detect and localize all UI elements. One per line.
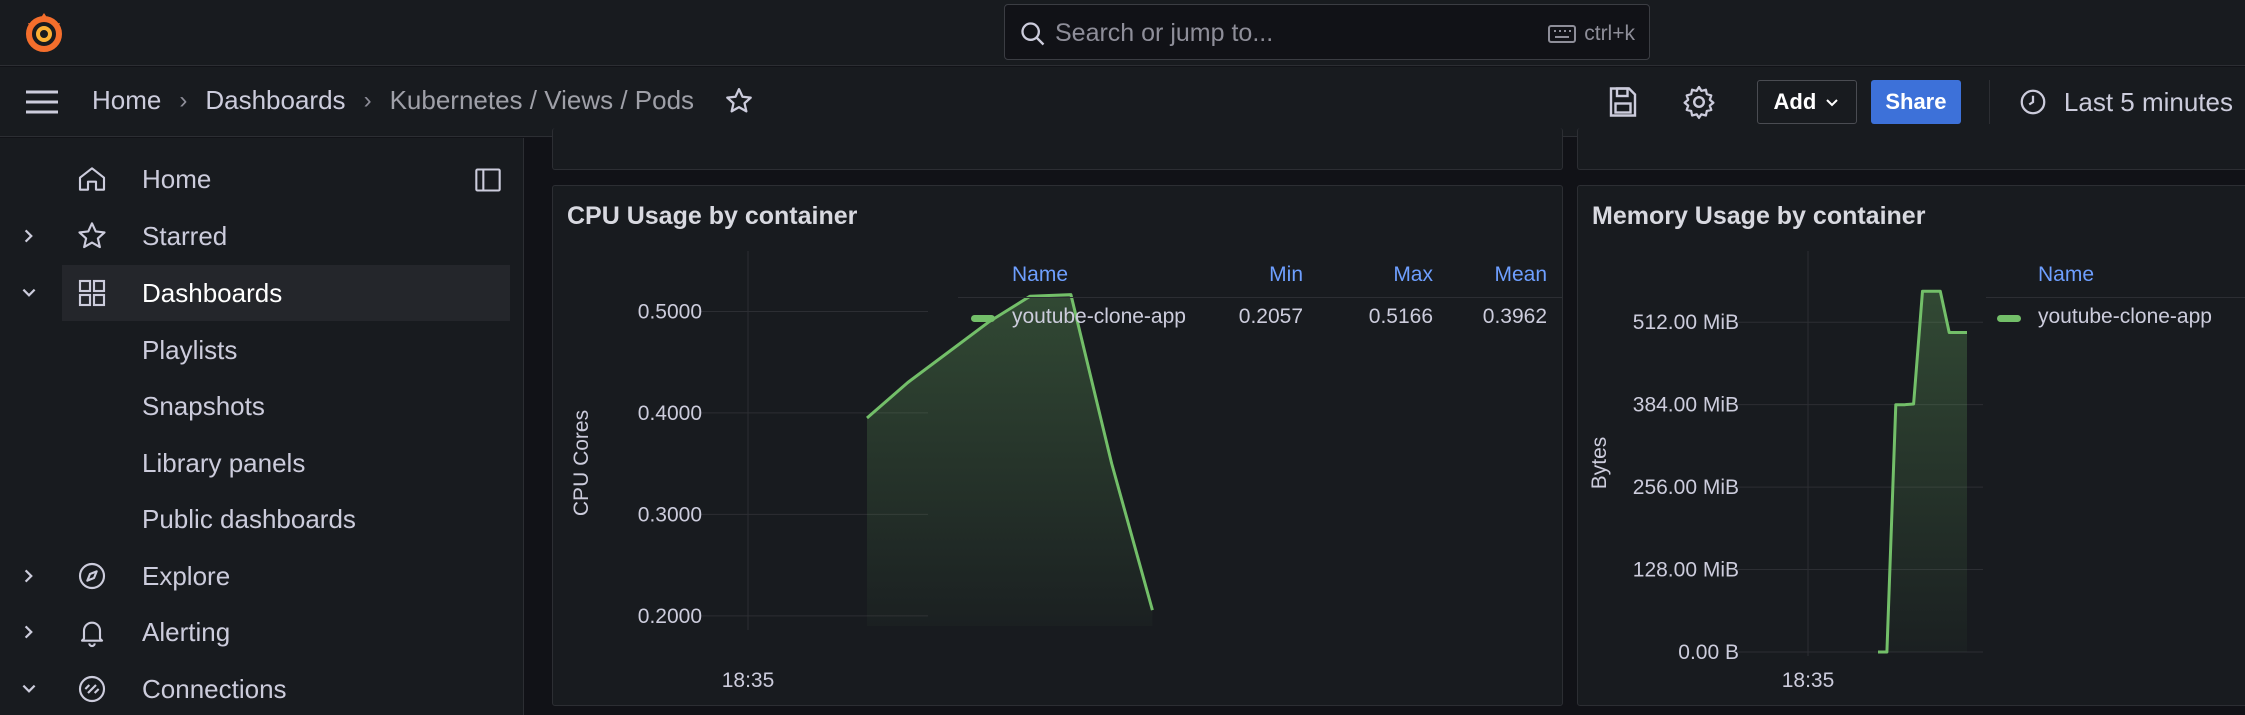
- breadcrumb: Home › Dashboards › Kubernetes / Views /…: [92, 85, 754, 116]
- sidebar-item-starred[interactable]: Starred: [0, 208, 510, 264]
- sidebar-item-home[interactable]: Home: [0, 151, 510, 207]
- save-dashboard-button[interactable]: [1605, 84, 1641, 120]
- chevron-right-icon[interactable]: [20, 567, 38, 585]
- legend-divider: [958, 297, 1562, 298]
- dashboard-actions: Add Share Last 5 minutes: [1605, 80, 2245, 124]
- bell-icon: [80, 621, 104, 647]
- star-icon[interactable]: [724, 86, 754, 116]
- legend-series-name[interactable]: youtube-clone-app: [2038, 305, 2212, 329]
- x-tick-label: 18:35: [722, 669, 775, 692]
- gear-icon: [1683, 85, 1715, 120]
- grid-icon: [78, 279, 106, 307]
- sidebar-item-dashboards[interactable]: Dashboards: [62, 265, 510, 321]
- panel-above-left: [552, 128, 1563, 170]
- grafana-logo-icon[interactable]: [20, 9, 68, 57]
- chevron-right-icon[interactable]: [20, 623, 38, 641]
- sidebar-item-label: Connections: [142, 673, 287, 704]
- sidebar-item-playlists[interactable]: Playlists: [0, 322, 510, 378]
- memory-usage-panel[interactable]: Memory Usage by container Bytes 0.00 B 12…: [1577, 185, 2245, 706]
- dashboard-nav-bar: Home › Dashboards › Kubernetes / Views /…: [0, 67, 2245, 137]
- legend-mean-value: 0.3962: [1482, 305, 1547, 328]
- legend-divider: [1986, 297, 2245, 298]
- shortcut-label: ctrl+k: [1584, 22, 1635, 45]
- y-tick-label: 0.3000: [638, 503, 702, 526]
- sidebar-item-label: Snapshots: [142, 390, 265, 421]
- y-tick-label: 384.00 MiB: [1633, 394, 1739, 417]
- y-tick-label: 0.2000: [638, 605, 702, 628]
- series-color-swatch: [1997, 315, 2021, 322]
- sidebar-item-label: Explore: [142, 560, 231, 591]
- legend-header-max[interactable]: Max: [1323, 263, 1433, 287]
- series-area: [1878, 291, 1967, 652]
- compass-icon: [78, 562, 106, 590]
- sidebar-item-label: Alerting: [142, 616, 231, 647]
- breadcrumb-current: Kubernetes / Views / Pods: [389, 85, 695, 115]
- sidebar-item-label: Dashboards: [142, 277, 283, 308]
- sidebar-item-label: Starred: [142, 220, 228, 251]
- breadcrumb-home[interactable]: Home: [92, 85, 161, 116]
- sidebar-item-label: Library panels: [142, 447, 306, 478]
- cpu-usage-panel[interactable]: CPU Usage by container CPU Cores 0.2000 0…: [552, 185, 1563, 706]
- search-placeholder: Search or jump to...: [1055, 19, 1274, 47]
- y-tick-label: 0.5000: [638, 300, 702, 323]
- chevron-right-icon: ›: [179, 86, 188, 114]
- legend-header-name[interactable]: Name: [2038, 263, 2094, 287]
- time-range-picker[interactable]: Last 5 minutes: [2018, 87, 2233, 118]
- legend-header-mean[interactable]: Mean: [1433, 263, 1547, 287]
- sidebar-item-label: Playlists: [142, 334, 238, 365]
- memory-chart-plot: 0.00 B 128.00 MiB 256.00 MiB 384.00 MiB 512.…: [1633, 251, 1983, 692]
- time-range-label: Last 5 minutes: [2063, 86, 2233, 117]
- share-button[interactable]: Share: [1870, 80, 1961, 124]
- star-icon: [78, 222, 106, 249]
- dashboard-settings-button[interactable]: [1681, 84, 1717, 120]
- sidebar-item-public-dashboards[interactable]: Public dashboards: [0, 491, 510, 547]
- keyboard-icon: [1548, 25, 1577, 43]
- sidebar-menu: Home Starred Dashboards Playlists Snapsh…: [0, 138, 524, 715]
- sidebar-item-library-panels[interactable]: Library panels: [0, 435, 510, 491]
- x-tick-label: 18:35: [1782, 669, 1835, 692]
- sidebar-item-alerting[interactable]: Alerting: [0, 604, 510, 660]
- home-icon: [78, 167, 106, 191]
- chevron-right-icon[interactable]: [20, 227, 38, 245]
- clock-icon: [2020, 89, 2046, 115]
- panel-above-right: [1577, 128, 2245, 170]
- search-icon: [1021, 22, 1045, 46]
- menu-icon[interactable]: [24, 87, 60, 117]
- y-tick-label: 128.00 MiB: [1633, 559, 1739, 582]
- sidebar-item-label: Public dashboards: [142, 503, 356, 534]
- chevron-down-icon[interactable]: [20, 680, 38, 698]
- add-label: Add: [1773, 89, 1817, 114]
- series-color-swatch: [971, 315, 995, 322]
- y-tick-label: 256.00 MiB: [1633, 476, 1739, 499]
- cpu-chart-plot: 0.2000 0.3000 0.4000 0.5000 18:35: [638, 251, 1154, 692]
- legend-series-name[interactable]: youtube-clone-app: [1012, 305, 1186, 329]
- y-tick-label: 0.4000: [638, 402, 702, 425]
- legend-header-min[interactable]: Min: [1193, 263, 1303, 287]
- add-button[interactable]: Add: [1756, 80, 1857, 124]
- breadcrumb-dashboards[interactable]: Dashboards: [205, 85, 345, 116]
- search-shortcut: ctrl+k: [1548, 22, 1635, 46]
- sidebar-item-connections[interactable]: Connections: [0, 661, 510, 715]
- chevron-down-icon[interactable]: [20, 284, 38, 302]
- y-tick-label: 512.00 MiB: [1633, 311, 1739, 334]
- connections-icon: [78, 675, 106, 703]
- toolbar-divider: [1988, 80, 1990, 124]
- sidebar-item-snapshots[interactable]: Snapshots: [0, 378, 510, 434]
- top-bar: Search or jump to... ctrl+k: [0, 0, 2245, 66]
- legend-header-name[interactable]: Name: [1012, 263, 1068, 287]
- sidebar-item-explore[interactable]: Explore: [0, 548, 510, 604]
- save-icon: [1609, 87, 1637, 117]
- search-box[interactable]: Search or jump to... ctrl+k: [1004, 4, 1650, 60]
- legend-min-value: 0.2057: [1238, 305, 1303, 328]
- chevron-right-icon: ›: [363, 86, 372, 114]
- y-tick-label: 0.00 B: [1678, 641, 1739, 664]
- sidebar-item-label: Home: [142, 163, 212, 194]
- legend-max-value: 0.5166: [1368, 305, 1433, 328]
- chevron-down-icon: [1826, 99, 1838, 107]
